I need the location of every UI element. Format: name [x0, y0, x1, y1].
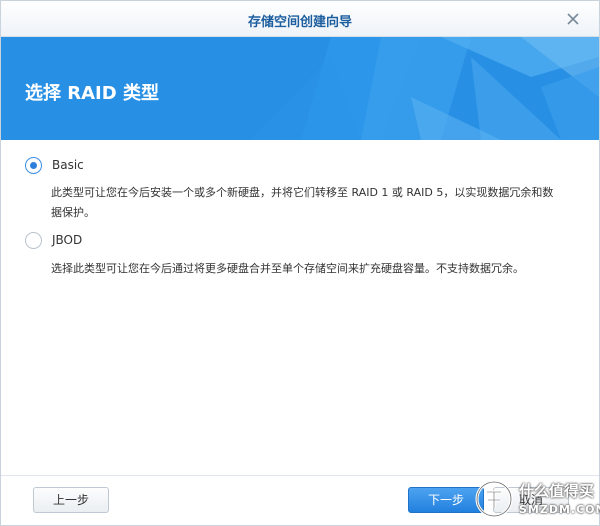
close-icon[interactable] [563, 9, 583, 29]
basic-description-line1: 此类型可让您在今后安装一个或多个新硬盘，并将它们转移至 RAID 1 或 RAI… [51, 186, 554, 199]
next-button[interactable]: 下一步 [408, 487, 484, 513]
prev-button[interactable]: 上一步 [33, 487, 109, 513]
basic-label: Basic [52, 158, 84, 172]
jbod-radio[interactable] [25, 232, 42, 249]
jbod-description-line1: 选择此类型可让您在今后通过将更多硬盘合并至单个存储空间来扩充硬盘容量。不支持数据… [51, 262, 524, 275]
basic-description-line2: 据保护。 [51, 206, 95, 219]
basic-radio[interactable] [25, 157, 42, 174]
header-banner: 选择 RAID 类型 [1, 37, 599, 140]
cancel-button[interactable]: 取消 [493, 487, 569, 513]
dialog-footer: 上一步 下一步 取消 [1, 475, 599, 525]
storage-wizard-dialog: 存储空间创建向导 选择 RAID 类型 Basic 此类型可让您在今后安装一个或… [0, 0, 600, 526]
page-heading: 选择 RAID 类型 [25, 83, 159, 104]
title-bar: 存储空间创建向导 [1, 1, 599, 37]
jbod-label: JBOD [52, 233, 83, 247]
jbod-description: 选择此类型可让您在今后通过将更多硬盘合并至单个存储空间来扩充硬盘容量。不支持数据… [51, 259, 581, 279]
basic-description: 此类型可让您在今后安装一个或多个新硬盘，并将它们转移至 RAID 1 或 RAI… [51, 183, 581, 223]
window-title: 存储空间创建向导 [247, 15, 352, 30]
